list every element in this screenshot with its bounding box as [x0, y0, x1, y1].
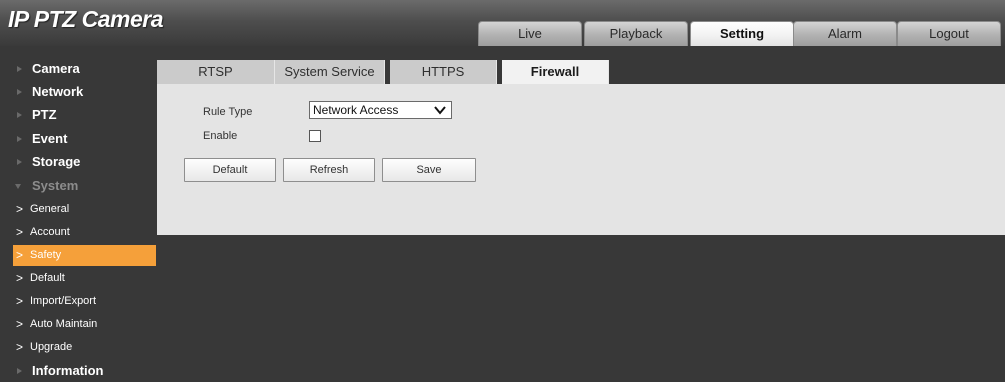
sidebar-subitem-label: Upgrade	[30, 341, 73, 353]
enable-label: Enable	[203, 130, 238, 142]
sidebar-item-camera[interactable]: Camera	[0, 58, 157, 80]
sidebar-subitem-label: Import/Export	[30, 295, 97, 307]
tab-rtsp-authentication[interactable]: RTSP Authentication	[157, 60, 275, 103]
triangle-right-icon	[17, 89, 22, 95]
enable-checkbox[interactable]	[309, 130, 321, 142]
default-button[interactable]: Default	[184, 158, 276, 182]
chevron-right-icon: >	[16, 248, 24, 262]
chevron-right-icon: >	[16, 202, 24, 216]
sidebar-item-information[interactable]: Information	[0, 360, 157, 382]
sidebar-subitem-auto-maintain[interactable]: > Auto Maintain	[13, 314, 156, 335]
tab-logout[interactable]: Logout	[897, 21, 1001, 46]
sidebar-subitem-import-export[interactable]: > Import/Export	[13, 291, 156, 312]
sidebar-item-label: System	[32, 178, 79, 193]
sidebar-item-system[interactable]: System	[0, 175, 157, 197]
sidebar-subitem-account[interactable]: > Account	[13, 222, 156, 243]
sidebar-subitem-label: Account	[30, 226, 70, 238]
rule-type-value: Network Access	[313, 103, 399, 117]
sidebar-subitem-label: General	[30, 203, 70, 215]
refresh-button[interactable]: Refresh	[283, 158, 375, 182]
triangle-right-icon	[17, 66, 22, 72]
triangle-down-icon	[15, 184, 21, 189]
app-title: IP PTZ Camera	[8, 6, 163, 32]
chevron-right-icon: >	[16, 271, 24, 285]
header-bar: IP PTZ Camera Live Playback Setting Alar…	[0, 0, 1005, 46]
sidebar-subitem-default[interactable]: > Default	[13, 268, 156, 289]
tab-https[interactable]: HTTPS	[390, 60, 497, 84]
chevron-right-icon: >	[16, 317, 24, 331]
sidebar-item-network[interactable]: Network	[0, 81, 157, 103]
chevron-right-icon: >	[16, 225, 24, 239]
tab-alarm[interactable]: Alarm	[793, 21, 897, 46]
chevron-right-icon: >	[16, 294, 24, 308]
tab-setting[interactable]: Setting	[690, 21, 794, 46]
triangle-right-icon	[17, 159, 22, 165]
sidebar-item-label: Camera	[32, 61, 80, 76]
sidebar-item-label: Storage	[32, 154, 81, 169]
rule-type-select[interactable]: Network Access	[309, 101, 452, 119]
sidebar-item-label: Information	[32, 363, 104, 378]
firewall-panel: Rule Type Network Access Enable Default …	[157, 84, 1005, 235]
save-button[interactable]: Save	[382, 158, 476, 182]
sidebar-item-label: PTZ	[32, 107, 57, 122]
sidebar-item-event[interactable]: Event	[0, 128, 157, 150]
sidebar-item-storage[interactable]: Storage	[0, 151, 157, 173]
chevron-down-icon	[434, 106, 446, 115]
triangle-right-icon	[17, 368, 22, 374]
sidebar-item-label: Event	[32, 131, 68, 146]
triangle-right-icon	[17, 112, 22, 118]
sidebar-subitem-label: Default	[30, 272, 65, 284]
triangle-right-icon	[17, 136, 22, 142]
sidebar-subitem-label: Auto Maintain	[30, 318, 98, 330]
sidebar-subitem-label: Safety	[30, 249, 62, 261]
sidebar-subitem-upgrade[interactable]: > Upgrade	[13, 337, 156, 358]
sidebar-item-label: Network	[32, 84, 84, 99]
chevron-right-icon: >	[16, 340, 24, 354]
tab-playback[interactable]: Playback	[584, 21, 688, 46]
rule-type-label: Rule Type	[203, 106, 253, 118]
tab-live[interactable]: Live	[478, 21, 582, 46]
sidebar-subitem-general[interactable]: > General	[13, 199, 156, 220]
sidebar-item-ptz[interactable]: PTZ	[0, 104, 157, 126]
tab-system-service[interactable]: System Service	[275, 60, 385, 84]
tab-firewall[interactable]: Firewall	[502, 60, 609, 85]
sidebar-subitem-safety[interactable]: > Safety	[13, 245, 156, 266]
